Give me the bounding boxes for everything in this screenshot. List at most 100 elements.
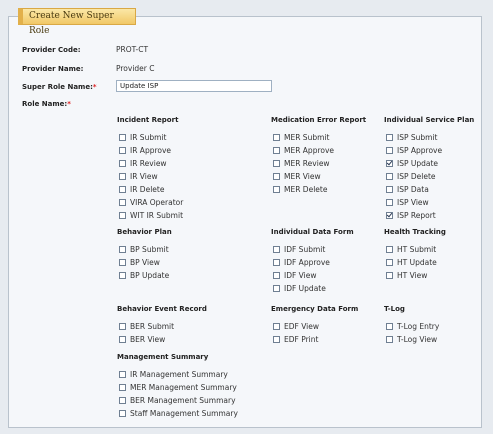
checkbox-label: EDF Print <box>284 335 319 344</box>
checkbox-unchecked[interactable] <box>273 186 280 193</box>
checkbox-option-ht[interactable]: HT Submit <box>386 244 436 255</box>
provider-code-value: PROT-CT <box>116 45 149 54</box>
checkbox-checked[interactable] <box>386 160 393 167</box>
checkbox-option-ber[interactable]: BER Submit <box>119 321 174 332</box>
checkbox-label: IDF Submit <box>284 245 326 254</box>
checkbox-unchecked[interactable] <box>273 272 280 279</box>
checkbox-unchecked[interactable] <box>119 134 126 141</box>
checkbox-option-med[interactable]: MER View <box>273 171 321 182</box>
checkbox-label: IDF Approve <box>284 258 330 267</box>
checkbox-unchecked[interactable] <box>119 173 126 180</box>
checkbox-option-bp[interactable]: BP Update <box>119 270 169 281</box>
checkbox-unchecked[interactable] <box>273 259 280 266</box>
checkbox-unchecked[interactable] <box>119 336 126 343</box>
checkbox-unchecked[interactable] <box>386 199 393 206</box>
provider-code-label: Provider Code: <box>22 46 81 54</box>
checkbox-option-edf[interactable]: EDF View <box>273 321 319 332</box>
checkbox-option-incident[interactable]: IR Delete <box>119 184 164 195</box>
checkbox-unchecked[interactable] <box>273 173 280 180</box>
checkbox-option-idf[interactable]: IDF Update <box>273 283 326 294</box>
checkbox-unchecked[interactable] <box>273 246 280 253</box>
group-heading-incident: Incident Report <box>117 116 179 124</box>
checkbox-option-mgmt[interactable]: Staff Management Summary <box>119 408 238 419</box>
group-heading-bp: Behavior Plan <box>117 228 172 236</box>
checkbox-option-isp[interactable]: ISP Delete <box>386 171 436 182</box>
checkbox-option-med[interactable]: MER Submit <box>273 132 329 143</box>
super-role-name-input[interactable] <box>116 80 272 92</box>
checkbox-unchecked[interactable] <box>119 397 126 404</box>
checkbox-option-incident[interactable]: IR Review <box>119 158 167 169</box>
checkbox-unchecked[interactable] <box>119 186 126 193</box>
checkbox-option-med[interactable]: MER Approve <box>273 145 334 156</box>
group-heading-tlog: T-Log <box>384 305 405 313</box>
checkbox-option-tlog[interactable]: T-Log View <box>386 334 437 345</box>
checkbox-label: IR Review <box>130 159 167 168</box>
checkbox-unchecked[interactable] <box>273 285 280 292</box>
checkbox-option-incident[interactable]: VIRA Operator <box>119 197 183 208</box>
checkbox-unchecked[interactable] <box>119 371 126 378</box>
checkbox-option-idf[interactable]: IDF View <box>273 270 316 281</box>
checkbox-unchecked[interactable] <box>273 160 280 167</box>
checkbox-label: BER Submit <box>130 322 175 331</box>
checkbox-unchecked[interactable] <box>119 384 126 391</box>
checkbox-checked[interactable] <box>386 212 393 219</box>
checkbox-option-med[interactable]: MER Review <box>273 158 330 169</box>
checkbox-label: T-Log View <box>397 335 438 344</box>
checkbox-unchecked[interactable] <box>386 323 393 330</box>
checkbox-unchecked[interactable] <box>386 336 393 343</box>
checkbox-option-idf[interactable]: IDF Approve <box>273 257 330 268</box>
checkbox-option-incident[interactable]: IR Approve <box>119 145 171 156</box>
checkbox-unchecked[interactable] <box>273 323 280 330</box>
checkbox-label: VIRA Operator <box>130 198 184 207</box>
checkbox-unchecked[interactable] <box>386 173 393 180</box>
checkbox-label: IR Delete <box>130 185 165 194</box>
checkbox-unchecked[interactable] <box>386 259 393 266</box>
checkbox-label: ISP Data <box>397 185 429 194</box>
checkbox-option-bp[interactable]: BP Submit <box>119 244 169 255</box>
checkbox-unchecked[interactable] <box>119 259 126 266</box>
checkbox-option-isp[interactable]: ISP Submit <box>386 132 438 143</box>
group-heading-idf: Individual Data Form <box>271 228 354 236</box>
checkbox-unchecked[interactable] <box>273 336 280 343</box>
checkbox-option-tlog[interactable]: T-Log Entry <box>386 321 439 332</box>
checkbox-option-isp[interactable]: ISP Update <box>386 158 438 169</box>
checkbox-label: HT Update <box>397 258 437 267</box>
checkbox-unchecked[interactable] <box>119 246 126 253</box>
checkbox-label: BER Management Summary <box>130 396 236 405</box>
group-heading-med: Medication Error Report <box>271 116 367 124</box>
checkbox-option-isp[interactable]: ISP View <box>386 197 429 208</box>
checkbox-unchecked[interactable] <box>119 212 126 219</box>
checkbox-option-idf[interactable]: IDF Submit <box>273 244 325 255</box>
checkbox-option-med[interactable]: MER Delete <box>273 184 327 195</box>
checkbox-option-incident[interactable]: IR Submit <box>119 132 166 143</box>
checkbox-label: ISP Delete <box>397 172 436 181</box>
checkbox-option-ht[interactable]: HT View <box>386 270 427 281</box>
checkbox-option-ht[interactable]: HT Update <box>386 257 437 268</box>
checkbox-unchecked[interactable] <box>273 147 280 154</box>
checkbox-option-mgmt[interactable]: MER Management Summary <box>119 382 237 393</box>
checkbox-unchecked[interactable] <box>273 134 280 141</box>
checkbox-unchecked[interactable] <box>119 323 126 330</box>
checkbox-option-edf[interactable]: EDF Print <box>273 334 318 345</box>
checkbox-unchecked[interactable] <box>386 186 393 193</box>
checkbox-unchecked[interactable] <box>119 199 126 206</box>
checkbox-unchecked[interactable] <box>119 272 126 279</box>
checkbox-unchecked[interactable] <box>119 147 126 154</box>
checkbox-option-bp[interactable]: BP View <box>119 257 160 268</box>
checkbox-option-mgmt[interactable]: BER Management Summary <box>119 395 236 406</box>
checkbox-option-incident[interactable]: IR View <box>119 171 158 182</box>
checkbox-unchecked[interactable] <box>386 134 393 141</box>
checkbox-unchecked[interactable] <box>386 246 393 253</box>
checkbox-option-incident[interactable]: WIT IR Submit <box>119 210 183 221</box>
checkbox-label: IR Management Summary <box>130 370 228 379</box>
checkbox-option-isp[interactable]: ISP Report <box>386 210 436 221</box>
checkbox-unchecked[interactable] <box>119 410 126 417</box>
checkbox-unchecked[interactable] <box>119 160 126 167</box>
checkbox-option-isp[interactable]: ISP Data <box>386 184 429 195</box>
checkbox-option-isp[interactable]: ISP Approve <box>386 145 442 156</box>
checkbox-option-ber[interactable]: BER View <box>119 334 165 345</box>
checkbox-unchecked[interactable] <box>386 272 393 279</box>
checkbox-option-mgmt[interactable]: IR Management Summary <box>119 369 228 380</box>
checkbox-label: ISP Update <box>397 159 439 168</box>
checkbox-unchecked[interactable] <box>386 147 393 154</box>
